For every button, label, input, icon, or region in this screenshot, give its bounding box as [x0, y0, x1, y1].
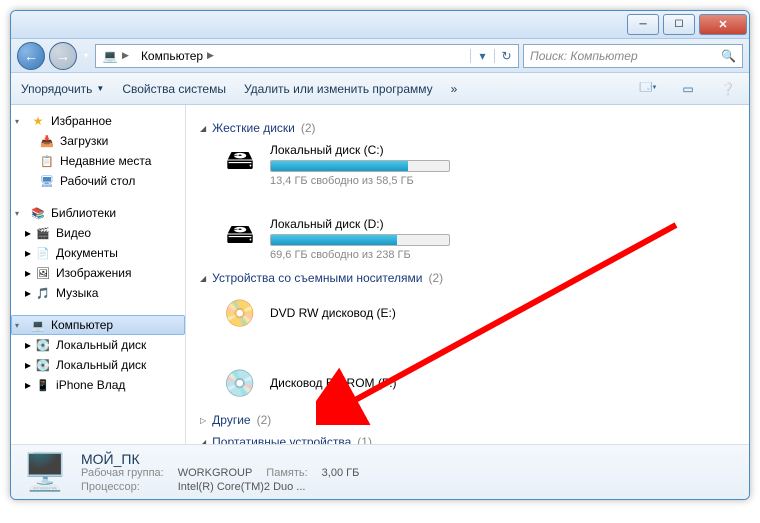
address-root[interactable]: 💻 ▶ [96, 45, 135, 67]
collapse-icon: ▾ [15, 209, 25, 218]
uninstall-program-button[interactable]: Удалить или изменить программу [244, 82, 433, 96]
cpu-value: Intel(R) Core(TM)2 Duo ... [178, 481, 360, 493]
details-name: МОЙ_ПК [81, 451, 359, 467]
details-pane: 🖥️ МОЙ_ПК Рабочая группа: WORKGROUP Памя… [11, 444, 749, 499]
sidebar-item-pictures[interactable]: ▸Изображения [11, 263, 185, 283]
collapse-icon: ▾ [15, 321, 25, 330]
address-bar[interactable]: 💻 ▶ Компьютер ▶ ▾ ↻ [95, 44, 519, 68]
search-placeholder: Поиск: Компьютер [530, 49, 638, 63]
capacity-bar [270, 234, 450, 246]
command-bar: Упорядочить▼ Свойства системы Удалить ил… [11, 73, 749, 105]
star-icon: ★ [30, 113, 46, 129]
document-icon [35, 245, 51, 261]
computer-group[interactable]: ▾ Компьютер [11, 315, 185, 335]
sidebar-item-disk-c[interactable]: ▸Локальный диск [11, 335, 185, 355]
expand-icon: ▸ [25, 378, 31, 392]
group-other[interactable]: ▷ Другие (2) [200, 413, 735, 427]
chevron-right-icon: ▶ [207, 50, 214, 61]
music-icon [35, 285, 51, 301]
search-icon[interactable]: 🔍 [721, 49, 736, 63]
phone-icon [35, 377, 51, 393]
group-portable[interactable]: ◢ Портативные устройства (1) [200, 435, 735, 444]
sidebar-item-videos[interactable]: ▸Видео [11, 223, 185, 243]
forward-button[interactable]: → [49, 42, 77, 70]
disk-icon [35, 337, 51, 353]
explorer-window: ← → ▾ 💻 ▶ Компьютер ▶ ▾ ↻ Поиск: Компьют… [10, 10, 750, 500]
expand-icon: ▸ [25, 266, 31, 280]
minimize-button[interactable] [627, 14, 659, 35]
workgroup-value: WORKGROUP [178, 467, 253, 479]
nav-bar: ← → ▾ 💻 ▶ Компьютер ▶ ▾ ↻ Поиск: Компьют… [11, 39, 749, 73]
expand-icon: ▸ [25, 226, 31, 240]
navigation-pane: ▾ ★ Избранное Загрузки Недавние места Ра… [11, 105, 186, 444]
organize-menu[interactable]: Упорядочить▼ [21, 82, 104, 96]
overflow-button[interactable]: » [451, 82, 458, 96]
disk-icon [35, 357, 51, 373]
memory-label: Память: [266, 467, 307, 479]
system-properties-button[interactable]: Свойства системы [122, 82, 226, 96]
expand-icon: ▸ [25, 358, 31, 372]
expand-icon: ▸ [25, 246, 31, 260]
computer-icon [30, 317, 46, 333]
sidebar-item-documents[interactable]: ▸Документы [11, 243, 185, 263]
hdd-icon: 🖴 [220, 217, 260, 257]
bdrom-icon: 💿 [220, 363, 260, 403]
computer-large-icon: 🖥️ [21, 449, 69, 495]
group-hard-drives[interactable]: ◢ Жесткие диски (2) [200, 121, 735, 135]
downloads-icon [39, 133, 55, 149]
sidebar-item-disk-d[interactable]: ▸Локальный диск [11, 355, 185, 375]
collapse-icon: ▾ [15, 117, 25, 126]
desktop-icon [39, 173, 55, 189]
collapse-icon: ◢ [200, 124, 206, 133]
sidebar-item-recent[interactable]: Недавние места [11, 151, 185, 171]
capacity-bar [270, 160, 450, 172]
refresh-button[interactable]: ↻ [494, 49, 518, 63]
picture-icon [35, 265, 51, 281]
maximize-button[interactable] [663, 14, 695, 35]
sidebar-item-music[interactable]: ▸Музыка [11, 283, 185, 303]
workgroup-label: Рабочая группа: [81, 467, 164, 479]
drive-c[interactable]: 🖴 Локальный диск (C:) 13,4 ГБ свободно и… [220, 143, 480, 187]
titlebar [11, 11, 749, 39]
drive-d[interactable]: 🖴 Локальный диск (D:) 69,6 ГБ свободно и… [220, 217, 480, 261]
video-icon [35, 225, 51, 241]
group-removable[interactable]: ◢ Устройства со съемными носителями (2) [200, 271, 735, 285]
history-dropdown[interactable]: ▾ [81, 51, 91, 60]
dropdown-icon[interactable]: ▾ [470, 49, 494, 63]
chevron-right-icon: ▶ [122, 50, 129, 61]
drive-dvd[interactable]: 📀 DVD RW дисковод (E:) [220, 293, 480, 333]
content-pane: ◢ Жесткие диски (2) 🖴 Локальный диск (C:… [186, 105, 749, 444]
address-segment-computer[interactable]: Компьютер ▶ [135, 45, 220, 67]
cpu-label: Процессор: [81, 481, 164, 493]
expand-icon: ▸ [25, 338, 31, 352]
recent-icon [39, 153, 55, 169]
memory-value: 3,00 ГБ [322, 467, 360, 479]
favorites-group[interactable]: ▾ ★ Избранное [11, 111, 185, 131]
search-input[interactable]: Поиск: Компьютер 🔍 [523, 44, 743, 68]
computer-icon: 💻 [102, 48, 118, 64]
sidebar-item-desktop[interactable]: Рабочий стол [11, 171, 185, 191]
expand-icon: ▸ [25, 286, 31, 300]
drive-bdrom[interactable]: 💿 Дисковод BD-ROM (F:) [220, 363, 480, 403]
help-button[interactable]: ❔ [717, 78, 739, 100]
back-button[interactable]: ← [17, 42, 45, 70]
preview-pane-button[interactable]: ▭ [677, 78, 699, 100]
chevron-down-icon: ▼ [96, 84, 104, 93]
library-icon [30, 205, 46, 221]
view-options-button[interactable]: 🗔▾ [637, 78, 659, 100]
collapse-icon: ◢ [200, 438, 206, 445]
expand-icon: ▷ [200, 416, 206, 425]
sidebar-item-iphone[interactable]: ▸iPhone Влад [11, 375, 185, 395]
close-button[interactable] [699, 14, 747, 35]
hdd-icon: 🖴 [220, 143, 260, 183]
libraries-group[interactable]: ▾ Библиотеки [11, 203, 185, 223]
sidebar-item-downloads[interactable]: Загрузки [11, 131, 185, 151]
collapse-icon: ◢ [200, 274, 206, 283]
dvd-icon: 📀 [220, 293, 260, 333]
address-label: Компьютер [141, 49, 203, 63]
